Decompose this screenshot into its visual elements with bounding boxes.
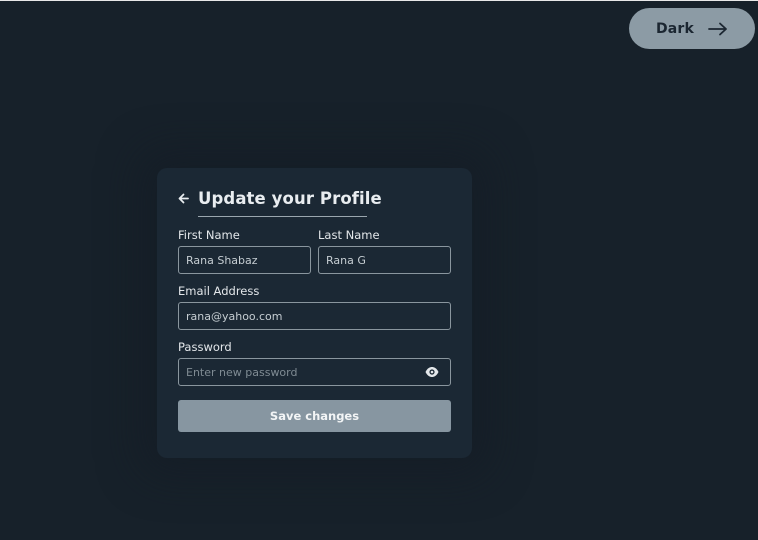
theme-toggle-label: Dark bbox=[655, 20, 695, 37]
arrow-left-icon[interactable] bbox=[178, 193, 189, 204]
first-name-group: First Name bbox=[178, 228, 311, 274]
password-input[interactable] bbox=[178, 358, 451, 386]
top-border bbox=[0, 0, 758, 1]
name-row: First Name Last Name bbox=[178, 228, 451, 274]
last-name-group: Last Name bbox=[318, 228, 451, 274]
first-name-label: First Name bbox=[178, 228, 240, 242]
last-name-input[interactable] bbox=[318, 246, 451, 274]
page-title: Update your Profile bbox=[198, 188, 382, 208]
password-label: Password bbox=[178, 340, 232, 354]
email-group: Email Address bbox=[178, 284, 451, 330]
first-name-input[interactable] bbox=[178, 246, 311, 274]
title-underline bbox=[198, 216, 367, 217]
card-header: Update your Profile bbox=[178, 188, 451, 208]
password-wrapper bbox=[178, 358, 451, 386]
eye-icon[interactable] bbox=[425, 366, 439, 378]
arrow-right-icon bbox=[708, 22, 727, 35]
password-group: Password bbox=[178, 340, 451, 386]
theme-toggle-button[interactable]: Dark bbox=[629, 8, 755, 49]
email-input[interactable] bbox=[178, 302, 451, 330]
last-name-label: Last Name bbox=[318, 228, 380, 242]
profile-card: Update your Profile First Name Last Name… bbox=[157, 168, 472, 458]
save-changes-button[interactable]: Save changes bbox=[178, 400, 451, 432]
email-label: Email Address bbox=[178, 284, 260, 298]
